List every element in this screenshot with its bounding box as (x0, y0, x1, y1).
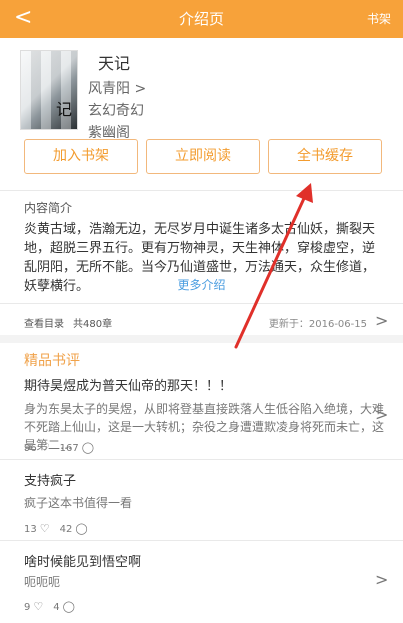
comment-icon[interactable]: ◯ (63, 600, 75, 613)
book-header: 记 天记 风青阳 > 玄幻奇幻 紫幽阁 加入书架 立即阅读 全书缓存 (0, 38, 403, 190)
comment-count: 42 (59, 524, 73, 535)
heart-icon[interactable]: ♡ (40, 441, 50, 454)
chevron-right-icon: > (375, 311, 389, 330)
catalog-label: 查看目录 (24, 319, 64, 330)
like-count: 13 (24, 524, 37, 535)
review-stats: 13 ♡ 42 ◯ (24, 522, 98, 535)
comment-count: 4 (53, 602, 60, 613)
review-stats: 96 ♡ 167 ◯ (24, 441, 104, 454)
cover-title-glyph: 记 (56, 100, 73, 119)
update-date: 更新于：2016-06-15 (268, 319, 367, 330)
review-item[interactable]: 期待昊煜成为普天仙帝的那天！！！ 身为东昊太子的昊煜，从即将登基直接跌落人生低谷… (0, 372, 403, 458)
divider (0, 303, 403, 304)
intro-section: 内容简介 炎黄古域，浩瀚无边，无尽岁月中诞生诸多太古仙妖，撕裂天地，超脱三界五行… (0, 191, 403, 299)
book-genre: 玄幻奇幻 (88, 103, 144, 119)
review-stats: 9 ♡ 4 ◯ (24, 600, 85, 613)
book-title: 天记 (98, 54, 131, 73)
page-title: 介绍页 (178, 10, 224, 28)
book-cover: 记 (20, 50, 78, 130)
comment-count: 167 (59, 443, 79, 454)
section-gap (0, 335, 403, 343)
read-now-button[interactable]: 立即阅读 (146, 139, 260, 174)
bookshelf-link[interactable]: 书架 (367, 0, 391, 38)
top-bar: < 介绍页 书架 (0, 0, 403, 38)
intro-heading: 内容简介 (24, 201, 73, 215)
heart-icon[interactable]: ♡ (40, 522, 50, 535)
catalog-row[interactable]: 查看目录 共480章 更新于：2016-06-15 > (0, 307, 403, 332)
review-body: 疯子这本书值得一看 (24, 496, 133, 510)
cache-all-button[interactable]: 全书缓存 (268, 139, 382, 174)
chevron-right-icon: > (375, 405, 389, 424)
author-link[interactable]: 风青阳 > (88, 78, 146, 98)
review-title: 支持疯子 (24, 474, 77, 489)
reviews-heading: 精品书评 (24, 353, 80, 369)
review-title: 期待昊煜成为普天仙帝的那天！！！ (24, 379, 233, 394)
review-body: 呃呃呃 (24, 575, 61, 589)
divider (0, 540, 403, 541)
like-count: 9 (24, 602, 31, 613)
chevron-right-icon: > (375, 570, 389, 589)
review-title: 啥时候能见到悟空啊 (24, 555, 142, 570)
like-count: 96 (24, 443, 37, 454)
add-to-shelf-button[interactable]: 加入书架 (24, 139, 138, 174)
comment-icon[interactable]: ◯ (82, 441, 94, 454)
heart-icon[interactable]: ♡ (33, 600, 43, 613)
review-item[interactable]: 支持疯子 疯子这本书值得一看 13 ♡ 42 ◯ (0, 467, 403, 537)
review-item[interactable]: 啥时候能见到悟空啊 呃呃呃 > 9 ♡ 4 ◯ (0, 548, 403, 620)
chapter-count: 共480章 (73, 319, 113, 330)
divider (0, 459, 403, 460)
comment-icon[interactable]: ◯ (75, 522, 87, 535)
more-intro-link[interactable]: 更多介绍 (0, 276, 403, 293)
